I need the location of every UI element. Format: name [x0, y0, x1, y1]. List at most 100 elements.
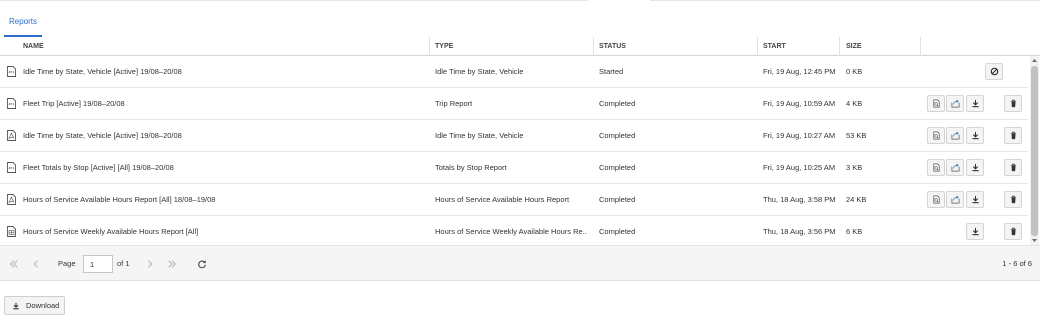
delete-button[interactable] — [1004, 191, 1022, 208]
cell-status: Completed — [599, 131, 636, 140]
export-button[interactable] — [946, 95, 964, 112]
cell-size: 6 KB — [846, 227, 863, 236]
cell-start: Fri, 19 Aug, 10:25 AM — [763, 163, 836, 172]
cell-size: 24 KB — [846, 195, 867, 204]
cell-status: Completed — [599, 227, 636, 236]
cell-name: Hours of Service Available Hours Report … — [23, 195, 216, 204]
cell-type: Idle Time by State, Vehicle — [435, 67, 524, 76]
column-header-size[interactable]: SIZE — [846, 37, 862, 56]
trash-icon — [1010, 195, 1016, 204]
chevron-right-icon — [147, 260, 153, 268]
column-header-status[interactable]: STATUS — [599, 37, 626, 56]
delete-button[interactable] — [1004, 159, 1022, 176]
column-header-start[interactable]: START — [763, 37, 786, 56]
delete-button[interactable] — [1004, 127, 1022, 144]
download-button[interactable] — [966, 95, 984, 112]
reports-grid: NAME TYPE STATUS START SIZE Idle Time by… — [0, 37, 1040, 245]
cell-start: Fri, 19 Aug, 10:59 AM — [763, 99, 836, 108]
preview-button[interactable] — [927, 127, 945, 144]
column-header-name[interactable]: NAME — [23, 37, 44, 56]
table-row[interactable]: Idle Time by State, Vehicle [Active] 19/… — [0, 120, 1028, 152]
cell-size: 4 KB — [846, 99, 863, 108]
cell-type: Totals by Stop Report — [435, 163, 507, 172]
cell-type: Trip Report — [435, 99, 473, 108]
double-chevron-right-icon — [168, 260, 177, 268]
table-row[interactable]: Idle Time by State, Vehicle [Active] 19/… — [0, 56, 1028, 88]
page-number-input[interactable] — [83, 255, 113, 273]
next-page-button[interactable] — [143, 257, 157, 271]
export-icon — [951, 131, 959, 140]
cell-name: Idle Time by State, Vehicle [Active] 19/… — [23, 67, 182, 76]
table-row[interactable]: Fleet Totals by Stop [Active] [All] 19/0… — [0, 152, 1028, 184]
pagination-count: 1 - 6 of 6 — [1002, 259, 1032, 268]
cell-start: Fri, 19 Aug, 12:45 PM — [763, 67, 836, 76]
pagination-toolbar: Page of 1 1 - 6 of 6 — [0, 245, 1040, 281]
delete-button[interactable] — [1004, 95, 1022, 112]
refresh-icon — [198, 260, 206, 269]
download-icon — [13, 302, 19, 309]
previous-page-button[interactable] — [29, 257, 43, 271]
chevron-left-icon — [33, 260, 39, 268]
cell-name: Fleet Trip [Active] 19/08–20/08 — [23, 99, 125, 108]
cell-size: 3 KB — [846, 163, 863, 172]
tab-bar: Reports — [0, 0, 1040, 37]
cancel-button[interactable] — [985, 63, 1003, 80]
preview-button[interactable] — [927, 191, 945, 208]
download-button-label: Download — [26, 301, 60, 310]
download-icon — [971, 195, 979, 204]
export-button[interactable] — [946, 127, 964, 144]
delete-button[interactable] — [1004, 223, 1022, 240]
pdf-icon — [7, 130, 16, 141]
preview-button[interactable] — [927, 159, 945, 176]
cell-start: Thu, 18 Aug, 3:56 PM — [763, 227, 836, 236]
cell-type: Hours of Service Weekly Available Hours … — [435, 227, 587, 236]
tab-reports[interactable]: Reports — [4, 6, 42, 36]
cell-type: Hours of Service Available Hours Report — [435, 195, 570, 204]
column-header-type[interactable]: TYPE — [435, 37, 453, 56]
refresh-button[interactable] — [195, 257, 209, 271]
download-button[interactable] — [966, 159, 984, 176]
export-icon — [951, 99, 959, 108]
table-row[interactable]: Hours of Service Available Hours Report … — [0, 184, 1028, 216]
cell-start: Thu, 18 Aug, 3:58 PM — [763, 195, 836, 204]
scroll-up-arrow-icon[interactable] — [1031, 57, 1038, 64]
preview-icon — [932, 195, 940, 204]
preview-button[interactable] — [927, 95, 945, 112]
cell-start: Fri, 19 Aug, 10:27 AM — [763, 131, 836, 140]
document-icon — [7, 98, 16, 109]
export-icon — [951, 163, 959, 172]
scroll-down-arrow-icon[interactable] — [1031, 237, 1038, 244]
grid-body: Idle Time by State, Vehicle [Active] 19/… — [0, 56, 1028, 245]
cell-status: Completed — [599, 163, 636, 172]
export-button[interactable] — [946, 159, 964, 176]
trash-icon — [1010, 163, 1016, 172]
download-button[interactable]: Download — [4, 296, 65, 315]
cancel-icon — [990, 67, 998, 76]
table-row[interactable]: Hours of Service Weekly Available Hours … — [0, 216, 1028, 245]
preview-icon — [932, 99, 940, 108]
trash-icon — [1010, 131, 1016, 140]
download-button[interactable] — [966, 191, 984, 208]
download-icon — [971, 227, 979, 236]
document-icon — [7, 162, 16, 173]
export-button[interactable] — [946, 191, 964, 208]
pdf-icon — [7, 194, 16, 205]
preview-icon — [932, 131, 940, 140]
cell-size: 53 KB — [846, 131, 867, 140]
spreadsheet-icon — [7, 226, 16, 237]
download-button[interactable] — [966, 223, 984, 240]
table-row[interactable]: Fleet Trip [Active] 19/08–20/08 Trip Repo… — [0, 88, 1028, 120]
cell-status: Completed — [599, 195, 636, 204]
cell-status: Started — [599, 67, 624, 76]
cell-name: Idle Time by State, Vehicle [Active] 19/… — [23, 131, 182, 140]
scrollbar-thumb[interactable] — [1031, 66, 1038, 236]
cell-size: 0 KB — [846, 67, 863, 76]
double-chevron-left-icon — [9, 260, 18, 268]
download-button[interactable] — [966, 127, 984, 144]
last-page-button[interactable] — [165, 257, 179, 271]
page-total-label: of 1 — [117, 259, 130, 268]
first-page-button[interactable] — [7, 257, 21, 271]
export-icon — [951, 195, 959, 204]
cell-name: Hours of Service Weekly Available Hours … — [23, 227, 199, 236]
trash-icon — [1010, 227, 1016, 236]
